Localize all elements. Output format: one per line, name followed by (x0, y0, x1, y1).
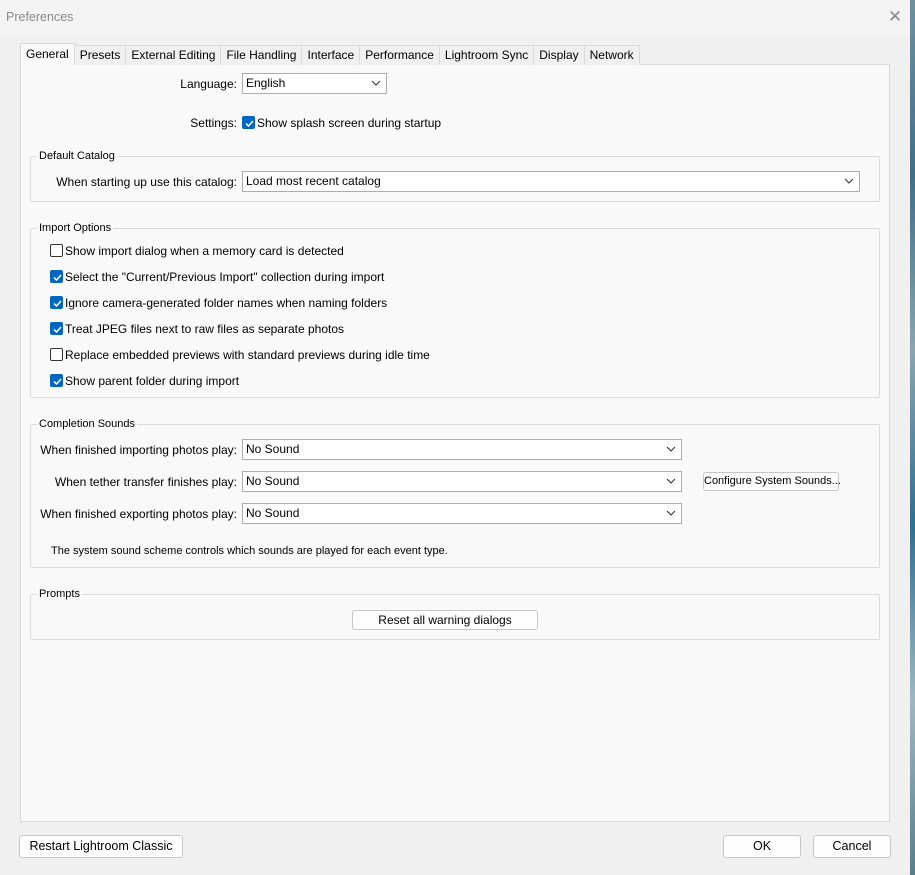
chevron-down-icon (666, 510, 676, 516)
tab-performance[interactable]: Performance (360, 45, 440, 65)
treat-jpeg-separate-checkbox[interactable] (50, 322, 63, 335)
select-current-import-label: Select the "Current/Previous Import" col… (65, 270, 385, 284)
replace-previews-label: Replace embedded previews with standard … (65, 348, 430, 362)
ok-button[interactable]: OK (723, 835, 801, 858)
checkmark-icon (53, 300, 62, 308)
title-bar: Preferences ✕ (0, 0, 915, 36)
close-icon[interactable]: ✕ (884, 6, 906, 28)
reset-warning-dialogs-button[interactable]: Reset all warning dialogs (352, 610, 538, 630)
catalog-value: Load most recent catalog (246, 174, 381, 188)
exporting-sound-label: When finished exporting photos play: (40, 507, 237, 521)
importing-sound-select[interactable]: No Sound (242, 439, 682, 460)
exporting-sound-value: No Sound (246, 506, 300, 520)
catalog-label: When starting up use this catalog: (56, 175, 237, 189)
checkmark-icon (53, 378, 62, 386)
tab-file-handling[interactable]: File Handling (221, 45, 303, 65)
import-dialog-label: Show import dialog when a memory card is… (65, 244, 344, 258)
tab-external-editing[interactable]: External Editing (126, 45, 222, 65)
chevron-down-icon (371, 80, 381, 86)
checkmark-icon (53, 326, 62, 334)
language-value: English (246, 76, 286, 90)
language-select[interactable]: English (242, 73, 387, 94)
treat-jpeg-separate-label: Treat JPEG files next to raw files as se… (65, 322, 345, 336)
exporting-sound-select[interactable]: No Sound (242, 503, 682, 524)
default-catalog-title: Default Catalog (37, 150, 117, 162)
settings-label: Settings: (190, 116, 237, 130)
chevron-down-icon (666, 478, 676, 484)
background-window-edge (910, 0, 915, 875)
ignore-folder-names-label: Ignore camera-generated folder names whe… (65, 296, 388, 310)
tab-display[interactable]: Display (534, 45, 585, 65)
tab-general[interactable]: General (20, 43, 75, 65)
tether-sound-value: No Sound (246, 474, 300, 488)
restart-lightroom-button[interactable]: Restart Lightroom Classic (19, 835, 183, 858)
cancel-button[interactable]: Cancel (813, 835, 891, 858)
ignore-folder-names-checkbox[interactable] (50, 296, 63, 309)
splash-screen-checkbox[interactable] (242, 116, 255, 129)
select-current-import-checkbox[interactable] (50, 270, 63, 283)
show-parent-folder-checkbox[interactable] (50, 374, 63, 387)
catalog-select[interactable]: Load most recent catalog (242, 171, 860, 192)
tether-sound-label: When tether transfer finishes play: (54, 475, 237, 489)
import-options-title: Import Options (37, 222, 114, 234)
chevron-down-icon (844, 178, 854, 184)
checkmark-icon (245, 120, 254, 128)
tab-bar: General Presets External Editing File Ha… (20, 43, 640, 65)
language-label: Language: (180, 77, 237, 91)
configure-system-sounds-button[interactable]: Configure System Sounds... (703, 472, 841, 491)
window-title: Preferences (6, 10, 74, 24)
tether-sound-select[interactable]: No Sound (242, 471, 682, 492)
tab-lightroom-sync[interactable]: Lightroom Sync (439, 45, 535, 65)
tab-presets[interactable]: Presets (74, 45, 127, 65)
sound-scheme-note: The system sound scheme controls which s… (51, 545, 448, 557)
show-parent-folder-label: Show parent folder during import (65, 374, 240, 388)
importing-sound-value: No Sound (246, 442, 300, 456)
chevron-down-icon (666, 446, 676, 452)
completion-sounds-title: Completion Sounds (37, 418, 138, 430)
splash-screen-label: Show splash screen during startup (257, 116, 442, 130)
replace-previews-checkbox[interactable] (50, 348, 63, 361)
checkmark-icon (53, 274, 62, 282)
tab-interface[interactable]: Interface (302, 45, 361, 65)
importing-sound-label: When finished importing photos play: (40, 443, 237, 457)
tab-network[interactable]: Network (584, 45, 640, 65)
prompts-title: Prompts (37, 588, 82, 600)
import-dialog-checkbox[interactable] (50, 244, 63, 257)
